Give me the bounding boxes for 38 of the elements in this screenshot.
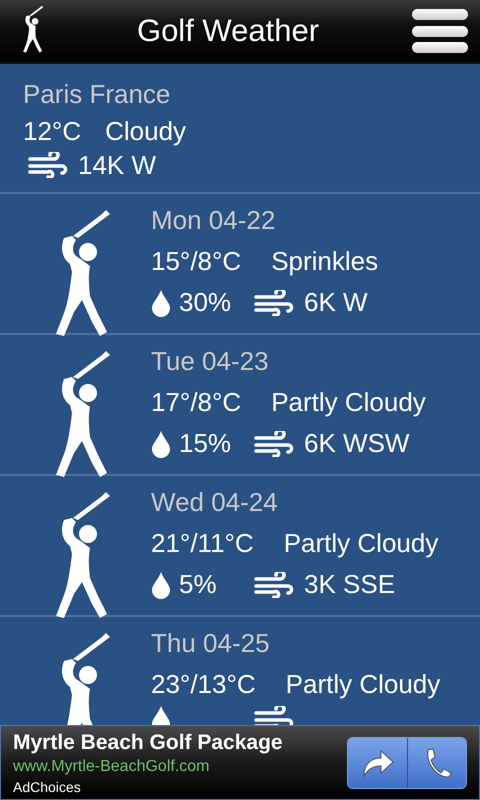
rain-chance: 30% [179, 286, 232, 319]
condition: Partly Cloudy [284, 527, 438, 560]
location-name: Paris France [23, 79, 170, 109]
raindrop-icon [151, 430, 171, 458]
condition: Partly Cloudy [286, 668, 440, 701]
wind-speed: 14K W [78, 150, 156, 180]
call-button[interactable] [407, 738, 466, 788]
ad-title: Myrtle Beach Golf Package [13, 730, 284, 756]
temperature-range: 23°/13°C [151, 668, 256, 701]
forecast-date: Tue 04-23 [151, 346, 269, 376]
ad-link[interactable]: www.Myrtle-BeachGolf.com [13, 756, 347, 778]
wind-icon [28, 152, 68, 178]
condition: Sprinkles [271, 245, 378, 278]
temperature-range: 15°/8°C [151, 245, 242, 278]
wind-speed: 6K WSW [304, 427, 410, 460]
condition: Partly Cloudy [271, 386, 426, 419]
wind-icon [254, 430, 294, 456]
forecast-date: Mon 04-22 [151, 205, 276, 235]
temperature-range: 17°/8°C [151, 386, 242, 419]
rain-chance: 5% [179, 568, 217, 601]
forecast-date: Thu 04-25 [151, 628, 270, 658]
condition: Cloudy [105, 115, 186, 148]
raindrop-icon [151, 570, 171, 598]
temperature-range: 21°/11°C [151, 527, 254, 560]
menu-button[interactable] [412, 9, 468, 53]
forecast-date: Wed 04-24 [151, 487, 278, 517]
ad-banner[interactable]: Myrtle Beach Golf Package www.Myrtle-BeachGolf.com AdChoices [0, 725, 480, 800]
adchoices-label[interactable]: AdChoices [13, 778, 347, 796]
rain-chance: 15% [179, 427, 232, 460]
temperature: 12°C [23, 115, 82, 148]
wind-icon [254, 572, 294, 598]
share-button[interactable] [348, 738, 407, 788]
wind-speed: 6K W [304, 286, 368, 319]
wind-icon [254, 290, 294, 316]
curved-arrow-icon [360, 748, 394, 778]
app-title: Golf Weather [136, 13, 320, 49]
wind-speed: 3K SSE [304, 568, 396, 601]
raindrop-icon [151, 288, 171, 316]
